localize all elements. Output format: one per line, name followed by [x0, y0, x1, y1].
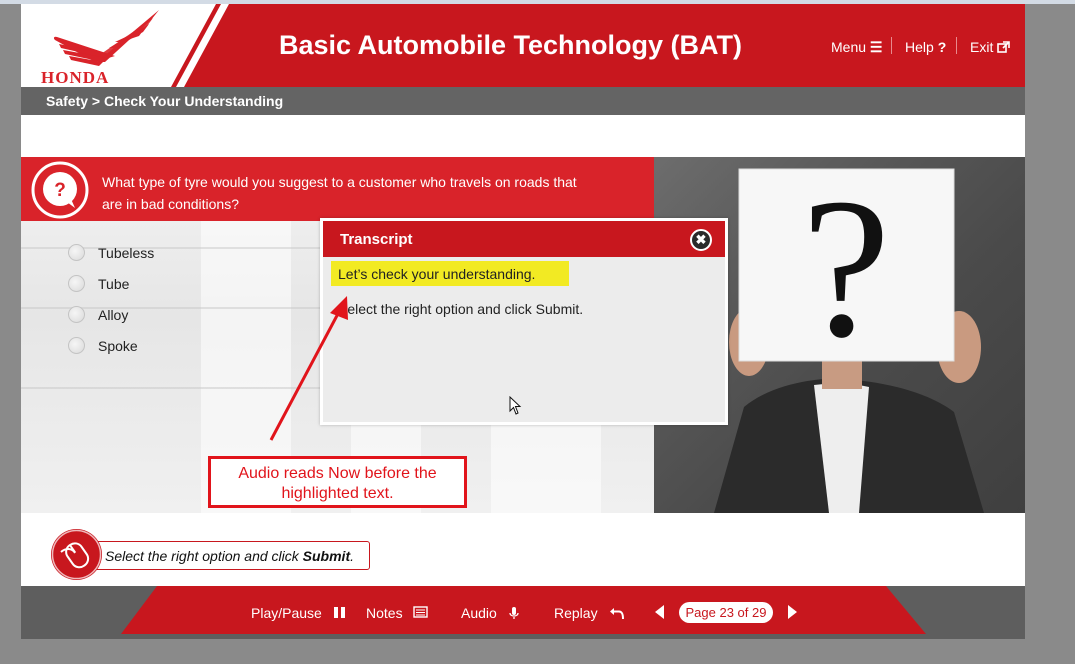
- radio-button[interactable]: [68, 244, 85, 261]
- header-separator: [891, 37, 892, 54]
- replay-icon[interactable]: [609, 606, 625, 620]
- question-mark-icon: ?: [937, 39, 947, 55]
- help-label: Help: [905, 39, 934, 55]
- previous-page-icon[interactable]: [654, 604, 665, 620]
- submit-emphasis: Submit: [302, 548, 351, 564]
- header-separator: [956, 37, 957, 54]
- option-label: Alloy: [98, 307, 129, 323]
- radio-button[interactable]: [68, 337, 85, 354]
- play-pause-button[interactable]: Play/Pause: [251, 605, 322, 621]
- help-button[interactable]: Help ?: [905, 39, 946, 55]
- brand-text: HONDA: [41, 68, 109, 86]
- transcript-line: Let’s check your understanding.: [338, 266, 536, 282]
- question-panel: ? What type of tyre would you suggest to…: [21, 157, 654, 221]
- radio-button[interactable]: [68, 306, 85, 323]
- page-indicator: Page 23 of 29: [679, 602, 773, 623]
- option-label: Tube: [98, 276, 130, 292]
- menu-label: Menu: [831, 39, 867, 55]
- next-page-icon[interactable]: [787, 604, 798, 620]
- transcript-title: Transcript: [340, 231, 413, 248]
- breadcrumb: Safety > Check Your Understanding: [46, 93, 284, 109]
- course-title: Basic Automobile Technology (BAT): [279, 30, 743, 60]
- hamburger-icon: ☰: [869, 39, 883, 55]
- honda-wing-logo: HONDA: [41, 10, 159, 86]
- annotation-text: Audio reads Now before the highlighted t…: [238, 465, 437, 502]
- close-icon[interactable]: ✖: [690, 229, 712, 251]
- instruction-text: Select the right option and click Submit…: [105, 548, 355, 564]
- transcript-header: Transcript ✖: [323, 221, 725, 257]
- play-pause-label: Play/Pause: [251, 605, 322, 621]
- audio-label: Audio: [461, 605, 497, 621]
- notes-button[interactable]: Notes: [366, 605, 403, 621]
- footer-controls-band: [121, 586, 926, 634]
- breadcrumb-bar: Safety > Check Your Understanding: [21, 87, 1025, 115]
- option-label: Tubeless: [98, 245, 155, 261]
- mouse-cursor-icon: [509, 396, 522, 415]
- question-text: What type of tyre would you suggest to a…: [102, 174, 577, 212]
- exit-button[interactable]: Exit: [970, 39, 1011, 55]
- annotation-callout: Audio reads Now before the highlighted t…: [208, 456, 467, 508]
- transcript-line: Select the right option and click Submit…: [338, 301, 584, 317]
- option-label: Spoke: [98, 338, 138, 354]
- menu-button[interactable]: Menu ☰: [831, 39, 882, 56]
- mouse-click-icon: [51, 529, 102, 580]
- audio-button[interactable]: Audio: [461, 605, 497, 621]
- transcript-popup: Transcript ✖ Let’s check your understand…: [320, 218, 728, 425]
- exit-label: Exit: [970, 39, 994, 55]
- header-bar: HONDA Basic Automobile Technology (BAT) …: [21, 4, 1025, 87]
- pause-icon[interactable]: [333, 606, 346, 619]
- question-bubble-icon: ?: [31, 161, 89, 219]
- replay-button[interactable]: Replay: [554, 605, 598, 621]
- external-link-icon: [997, 41, 1011, 53]
- svg-text:?: ?: [54, 180, 66, 201]
- notes-icon[interactable]: [413, 606, 428, 618]
- notes-label: Notes: [366, 605, 403, 621]
- replay-label: Replay: [554, 605, 598, 621]
- instruction-banner: Select the right option and click Submit…: [92, 541, 370, 570]
- question-mark-glyph: ?: [802, 158, 891, 379]
- microphone-icon[interactable]: [508, 606, 520, 620]
- footer-bar: Play/Pause Notes Audio Replay Page 23 of…: [21, 586, 1025, 639]
- radio-button[interactable]: [68, 275, 85, 292]
